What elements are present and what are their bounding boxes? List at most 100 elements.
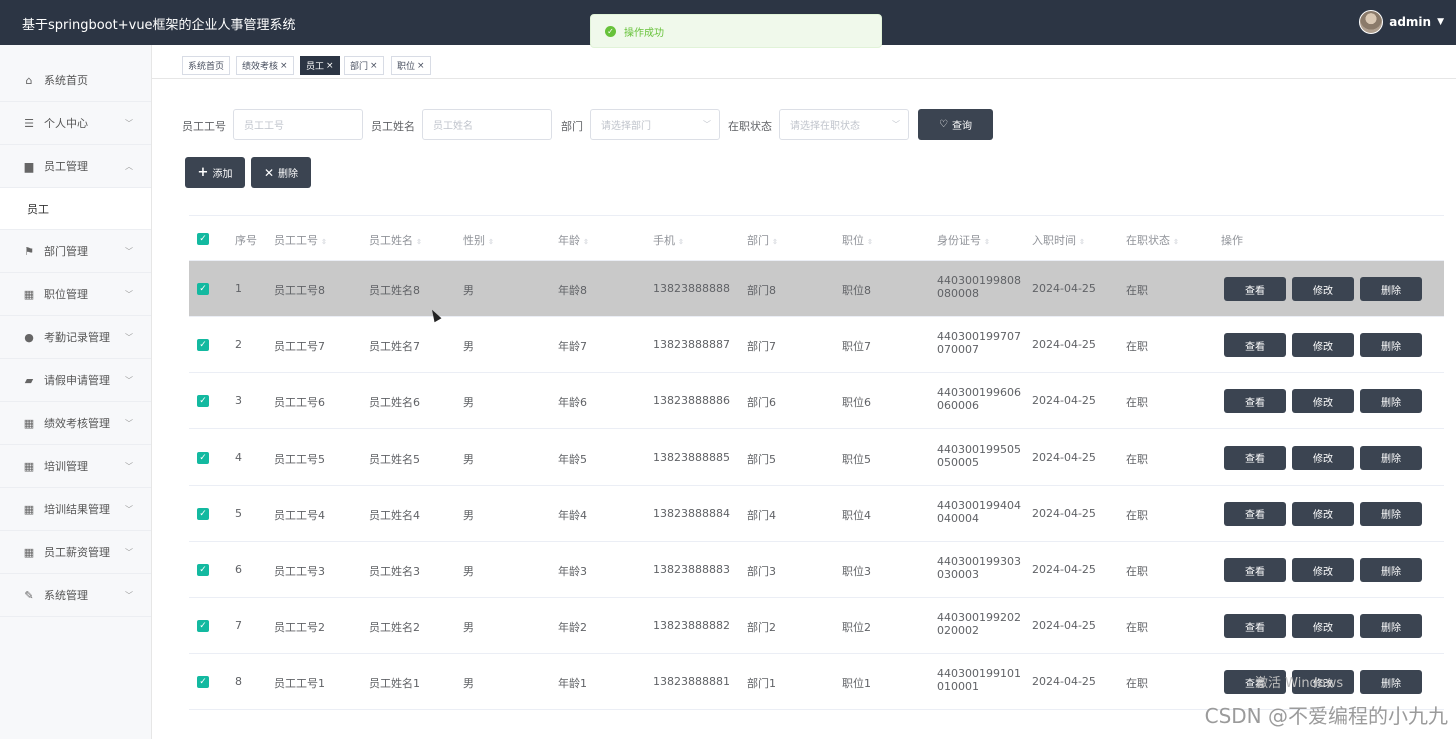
delete-row-button[interactable]: 删除 (1360, 614, 1422, 639)
view-button[interactable]: 查看 (1224, 333, 1286, 358)
delete-row-button[interactable]: 删除 (1360, 501, 1422, 526)
header-name[interactable]: 员工姓名 ⇳ (369, 232, 422, 248)
delete-row-button[interactable]: 删除 (1360, 277, 1422, 301)
caret-down-icon[interactable]: ▼ (1437, 17, 1444, 27)
sidebar-item-system[interactable]: ✎ 系统管理 ﹀ (0, 574, 151, 617)
sort-icon[interactable]: ⇳ (678, 238, 684, 246)
close-icon[interactable]: × (370, 61, 378, 71)
delete-row-button[interactable]: 删除 (1360, 558, 1422, 582)
close-icon[interactable]: × (280, 61, 288, 71)
edit-button[interactable]: 修改 (1292, 333, 1354, 358)
row-checkbox[interactable]: ✓ (197, 507, 209, 520)
cell-id-number: 440300199808 080008 (937, 274, 1021, 300)
close-icon[interactable]: × (326, 61, 334, 71)
row-checkbox[interactable]: ✓ (197, 283, 209, 295)
cell-age: 年龄2 (558, 621, 587, 635)
row-checkbox[interactable]: ✓ (197, 395, 209, 408)
row-checkbox[interactable]: ✓ (197, 451, 209, 464)
edit-button[interactable]: 修改 (1292, 277, 1354, 301)
row-checkbox[interactable]: ✓ (197, 339, 209, 352)
sidebar-item-label: 员工管理 (44, 160, 88, 173)
view-button[interactable]: 查看 (1224, 614, 1286, 639)
delete-row-button[interactable]: 删除 (1360, 333, 1422, 358)
sort-icon[interactable]: ⇳ (321, 238, 327, 246)
emp-name-input[interactable]: 员工姓名 (422, 109, 552, 140)
sidebar-item-employee[interactable]: ▆ 员工管理 ︿ (0, 145, 151, 188)
header-gender[interactable]: 性别 ⇳ (463, 232, 494, 248)
edit-button[interactable]: 修改 (1292, 501, 1354, 526)
view-button[interactable]: 查看 (1224, 277, 1286, 301)
sidebar-item-training[interactable]: ▦ 培训管理 ﹀ (0, 445, 151, 488)
header-position[interactable]: 职位 ⇳ (842, 232, 873, 248)
sort-icon[interactable]: ⇳ (583, 238, 589, 246)
dept-select[interactable]: 请选择部门 ﹀ (590, 109, 720, 140)
header-emp-no[interactable]: 员工工号 ⇳ (274, 232, 327, 248)
sort-icon[interactable]: ⇳ (867, 238, 873, 246)
cell-status: 在职 (1126, 396, 1148, 410)
sidebar: ⌂ 系统首页 ☰ 个人中心 ﹀ ▆ 员工管理 ︿ 员工 ⚑ 部门管理 ﹀ ▦ 职… (0, 45, 152, 739)
sidebar-item-department[interactable]: ⚑ 部门管理 ﹀ (0, 230, 151, 273)
view-button[interactable]: 查看 (1224, 558, 1286, 582)
sidebar-item-leave[interactable]: ▰ 请假申请管理 ﹀ (0, 359, 151, 402)
delete-row-button[interactable]: 删除 (1360, 670, 1422, 695)
sidebar-item-home[interactable]: ⌂ 系统首页 (0, 59, 151, 102)
header-age[interactable]: 年龄 ⇳ (558, 232, 589, 248)
close-icon[interactable]: × (417, 61, 425, 71)
sort-icon[interactable]: ⇳ (416, 238, 422, 246)
view-button[interactable]: 查看 (1224, 445, 1286, 470)
sort-icon[interactable]: ⇳ (488, 238, 494, 246)
tab-performance[interactable]: 绩效考核 × (236, 56, 294, 75)
table-row[interactable]: ✓ 5 员工工号4 员工姓名4 男 年龄4 13823888884 部门4 职位4 2024-04… (189, 486, 1444, 542)
sidebar-item-performance[interactable]: ▦ 绩效考核管理 ﹀ (0, 402, 151, 445)
cell-index: 1 (235, 282, 242, 295)
sort-icon[interactable]: ⇳ (1079, 238, 1085, 246)
add-button[interactable]: + 添加 (185, 157, 245, 188)
header-id-number[interactable]: 身份证号 ⇳ (937, 232, 990, 248)
user-icon: ● (24, 330, 34, 344)
sort-icon[interactable]: ⇳ (1173, 238, 1179, 246)
table-row[interactable]: ✓ 3 员工工号6 员工姓名6 男 年龄6 13823888886 部门6 职位6 2024-04… (189, 373, 1444, 430)
edit-button[interactable]: 修改 (1292, 614, 1354, 639)
header-hire-date[interactable]: 入职时间 ⇳ (1032, 232, 1085, 248)
delete-row-button[interactable]: 删除 (1360, 445, 1422, 470)
header-phone[interactable]: 手机 ⇳ (653, 232, 684, 248)
row-checkbox[interactable]: ✓ (197, 676, 209, 689)
edit-button[interactable]: 修改 (1292, 389, 1354, 414)
sidebar-subitem-employee[interactable]: 员工 (0, 188, 151, 230)
table-row[interactable]: ✓ 6 员工工号3 员工姓名3 男 年龄3 13823888883 部门3 职位3 2024-04… (189, 542, 1444, 598)
sidebar-item-attendance[interactable]: ● 考勤记录管理 ﹀ (0, 316, 151, 359)
edit-button[interactable]: 修改 (1292, 445, 1354, 470)
avatar[interactable] (1359, 10, 1384, 34)
table-row[interactable]: ✓ 1 员工工号8 员工姓名8 男 年龄8 13823888888 部门8 职位8 2024-04… (189, 261, 1444, 317)
edit-button[interactable]: 修改 (1292, 558, 1354, 582)
sidebar-item-profile[interactable]: ☰ 个人中心 ﹀ (0, 102, 151, 145)
sidebar-item-position[interactable]: ▦ 职位管理 ﹀ (0, 273, 151, 316)
user-name[interactable]: admin (1389, 15, 1431, 29)
header-status[interactable]: 在职状态 ⇳ (1126, 232, 1179, 248)
sort-icon[interactable]: ⇳ (772, 238, 778, 246)
sidebar-item-salary[interactable]: ▦ 员工薪资管理 ﹀ (0, 531, 151, 574)
sidebar-item-label: 员工薪资管理 (44, 546, 110, 559)
row-checkbox[interactable]: ✓ (197, 620, 209, 633)
tab-home[interactable]: 系统首页 (182, 56, 231, 75)
view-button[interactable]: 查看 (1224, 501, 1286, 526)
delete-button[interactable]: ✕ 删除 (251, 157, 311, 188)
row-checkbox[interactable]: ✓ (197, 564, 209, 576)
user-menu[interactable]: admin ▼ (1359, 10, 1444, 34)
select-all-checkbox[interactable]: ✓ (197, 233, 209, 245)
delete-row-button[interactable]: 删除 (1360, 389, 1422, 414)
tab-employee[interactable]: 员工 × (300, 56, 340, 75)
query-button[interactable]: ♡ 查询 (918, 109, 993, 140)
cell-phone: 13823888886 (653, 394, 730, 408)
table-row[interactable]: ✓ 7 员工工号2 员工姓名2 男 年龄2 13823888882 部门2 职位2 2024-04… (189, 598, 1444, 655)
tab-department[interactable]: 部门 × (344, 56, 384, 75)
table-row[interactable]: ✓ 4 员工工号5 员工姓名5 男 年龄5 13823888885 部门5 职位5 2024-04… (189, 430, 1444, 486)
table-row[interactable]: ✓ 2 员工工号7 员工姓名7 男 年龄7 13823888887 部门7 职位7 2024-04… (189, 317, 1444, 374)
status-select[interactable]: 请选择在职状态 ﹀ (779, 109, 909, 140)
header-dept[interactable]: 部门 ⇳ (747, 232, 778, 248)
sidebar-item-training-result[interactable]: ▦ 培训结果管理 ﹀ (0, 488, 151, 531)
view-button[interactable]: 查看 (1224, 389, 1286, 414)
tab-position[interactable]: 职位 × (391, 56, 431, 75)
sort-icon[interactable]: ⇳ (984, 238, 990, 246)
emp-no-input[interactable]: 员工工号 (233, 109, 363, 140)
